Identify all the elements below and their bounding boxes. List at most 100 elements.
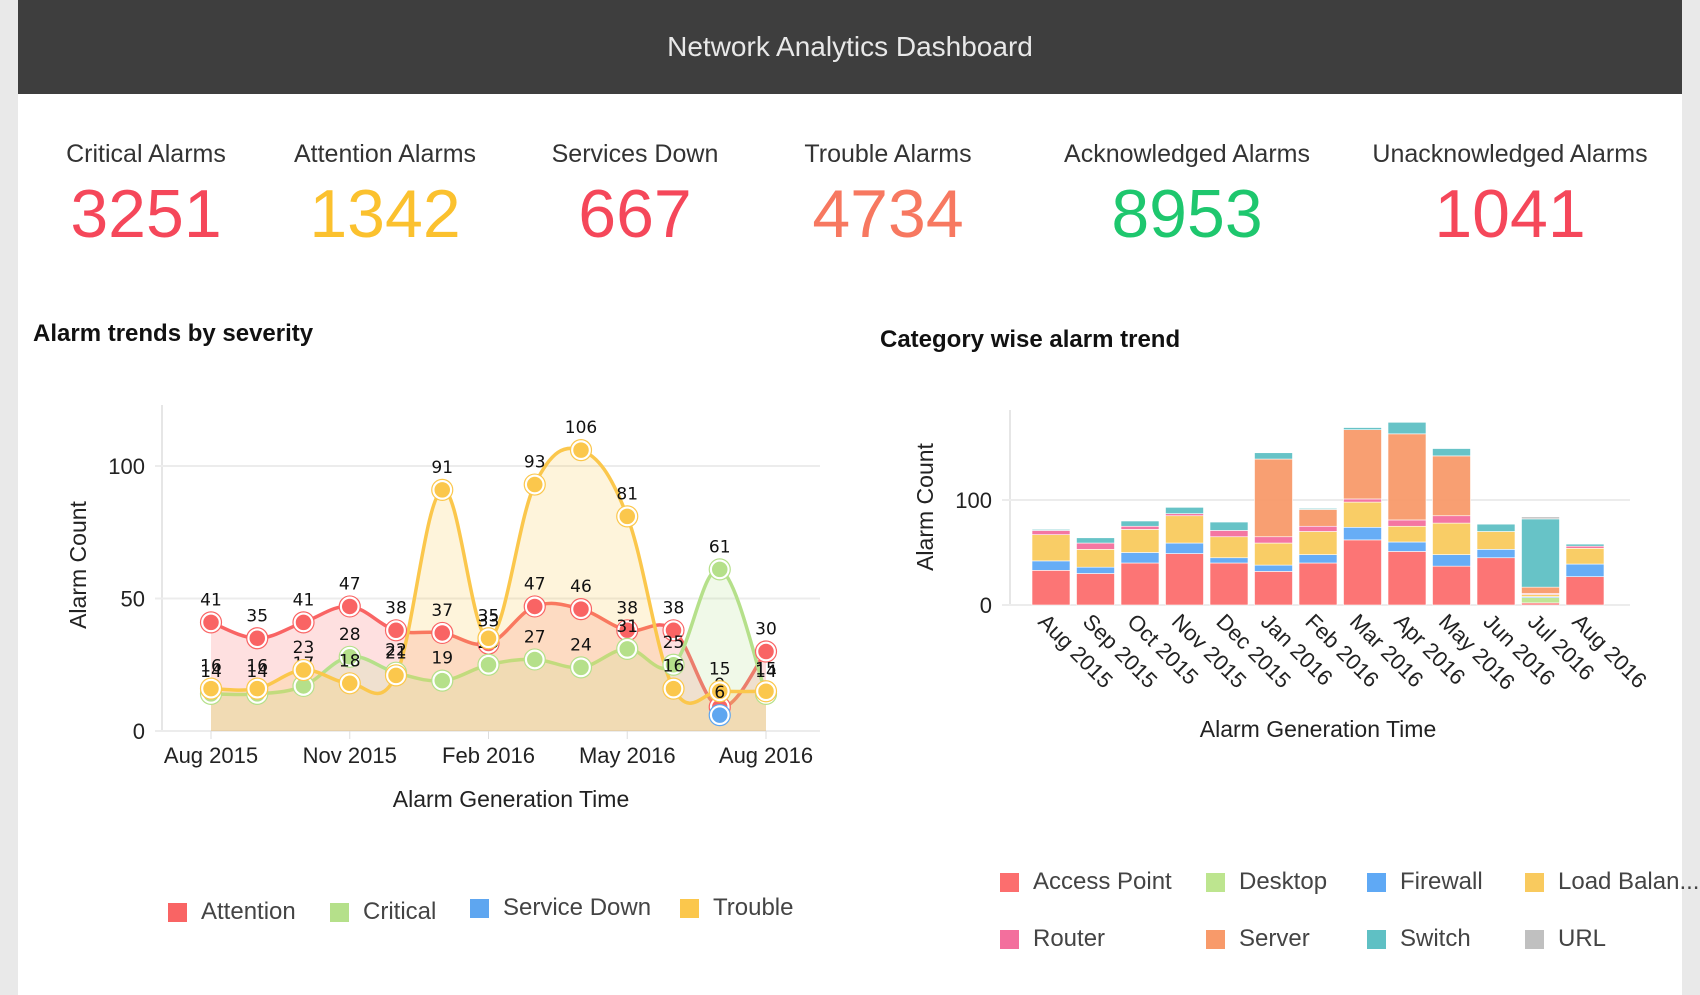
- legend-swatch: [1367, 929, 1386, 949]
- bar-segment-server: [1298, 509, 1338, 527]
- bar-segment-load-balan-: [1031, 534, 1071, 562]
- legend-item-firewall[interactable]: Firewall: [1367, 868, 1483, 896]
- bar-segment-access-point: [1209, 562, 1249, 606]
- bar-segment-switch: [1521, 518, 1560, 588]
- legend-label: Router: [1033, 925, 1106, 952]
- y-tick-label: 0: [980, 593, 992, 618]
- bar-segment-access-point: [1031, 570, 1071, 606]
- legend-label: Access Point: [1033, 868, 1172, 895]
- bar-segment-router: [1209, 530, 1249, 538]
- legend-item-access-point[interactable]: Access Point: [1000, 868, 1172, 896]
- legend-label: Desktop: [1239, 868, 1328, 895]
- bar-segment-firewall: [1076, 566, 1115, 574]
- bar-segment-router: [1031, 530, 1071, 535]
- legend-label: Server: [1239, 925, 1310, 952]
- bar-segment-access-point: [1343, 539, 1382, 606]
- bar-segment-access-point: [1565, 576, 1605, 606]
- bar-segment-server: [1387, 433, 1427, 521]
- bar-segment-firewall: [1120, 552, 1160, 564]
- legend-item-url[interactable]: URL: [1525, 925, 1606, 953]
- legend-label: Attention: [201, 898, 296, 925]
- bar-segment-server: [1432, 455, 1471, 517]
- legend-swatch: [168, 902, 187, 922]
- bar-segment-firewall: [1254, 564, 1293, 572]
- legend-swatch: [1525, 872, 1544, 892]
- bar-segment-server: [1343, 429, 1382, 500]
- legend-item-service-down[interactable]: Service Down: [470, 894, 651, 922]
- bar-segment-access-point: [1254, 571, 1293, 606]
- legend-item-switch[interactable]: Switch: [1367, 925, 1471, 953]
- bar-segment-firewall: [1432, 554, 1471, 567]
- bar-segment-switch: [1165, 507, 1204, 514]
- bar-segment-switch: [1565, 543, 1605, 547]
- x-axis-title: Alarm Generation Time: [1200, 716, 1436, 742]
- legend-item-critical[interactable]: Critical: [330, 898, 436, 926]
- bar-segment-router: [1076, 542, 1115, 550]
- bar-segment-access-point: [1521, 602, 1560, 606]
- bar-segment-firewall: [1343, 526, 1382, 541]
- bar-segment-switch: [1076, 537, 1115, 544]
- bar-segment-load-balan-: [1387, 525, 1427, 543]
- legend-swatch: [1206, 872, 1225, 892]
- legend-item-load-balan-[interactable]: Load Balan...: [1525, 868, 1699, 896]
- legend-swatch: [680, 898, 699, 918]
- bar-segment-router: [1120, 525, 1160, 530]
- bar-segment-switch: [1387, 421, 1427, 435]
- legend-label: Critical: [363, 898, 437, 925]
- bar-segment-router: [1298, 525, 1338, 532]
- legend-label: Switch: [1400, 925, 1471, 952]
- bar-segment-access-point: [1165, 553, 1204, 606]
- bar-segment-load-balan-: [1343, 501, 1382, 528]
- legend-swatch: [1525, 929, 1544, 949]
- bar-segment-switch: [1343, 427, 1382, 430]
- bar-segment-firewall: [1387, 541, 1427, 552]
- bar-segment-load-balan-: [1254, 542, 1293, 566]
- legend-label: Trouble: [713, 894, 794, 921]
- bar-segment-url: [1521, 516, 1560, 520]
- bar-segment-access-point: [1432, 565, 1471, 606]
- legend-swatch: [470, 898, 489, 918]
- bar-segment-server: [1254, 458, 1293, 538]
- legend-label: Load Balan...: [1558, 868, 1700, 895]
- bar-segment-access-point: [1298, 562, 1338, 606]
- bar-segment-switch: [1432, 448, 1471, 457]
- legend-label: Service Down: [503, 894, 652, 921]
- bar-segment-firewall: [1031, 560, 1071, 571]
- bar-segment-firewall: [1298, 554, 1338, 564]
- bar-segment-load-balan-: [1565, 547, 1605, 565]
- bar-segment-switch: [1476, 523, 1516, 532]
- bar-segment-server: [1521, 586, 1560, 594]
- bar-segment-load-balan-: [1165, 515, 1204, 544]
- legend-swatch: [1367, 872, 1386, 892]
- bar-segment-load-balan-: [1076, 549, 1115, 568]
- bar-segment-firewall: [1165, 542, 1204, 554]
- category-bar-chart: 0100Aug 2015Sep 2015Oct 2015Nov 2015Dec …: [912, 410, 1652, 742]
- legend-swatch: [330, 902, 349, 922]
- legend-item-attention[interactable]: Attention: [168, 898, 296, 926]
- bar-segment-load-balan-: [1432, 522, 1471, 555]
- bar-segment-switch: [1031, 529, 1071, 531]
- bar-segment-access-point: [1120, 562, 1160, 606]
- bar-segment-router: [1432, 515, 1471, 524]
- bar-segment-load-balan-: [1209, 536, 1249, 559]
- legend-label: URL: [1558, 925, 1607, 952]
- bar-segment-router: [1165, 513, 1204, 517]
- y-tick-label: 100: [955, 488, 992, 513]
- bar-segment-switch: [1120, 520, 1160, 527]
- bar-segment-switch: [1209, 521, 1249, 531]
- bar-segment-load-balan-: [1120, 529, 1160, 553]
- legend-item-trouble[interactable]: Trouble: [680, 894, 793, 922]
- bar-segment-switch: [1298, 508, 1338, 510]
- legend-swatch: [1000, 872, 1019, 892]
- legend-item-desktop[interactable]: Desktop: [1206, 868, 1327, 896]
- bar-segment-router: [1387, 519, 1427, 527]
- y-axis-title: Alarm Count: [912, 442, 938, 570]
- legend-item-server[interactable]: Server: [1206, 925, 1310, 953]
- bar-segment-router: [1343, 498, 1382, 503]
- bar-segment-access-point: [1476, 557, 1516, 606]
- bar-segment-firewall: [1209, 557, 1249, 564]
- bar-segment-switch: [1254, 452, 1293, 460]
- legend-item-router[interactable]: Router: [1000, 925, 1105, 953]
- legend-label: Firewall: [1400, 868, 1483, 895]
- legend-swatch: [1000, 929, 1019, 949]
